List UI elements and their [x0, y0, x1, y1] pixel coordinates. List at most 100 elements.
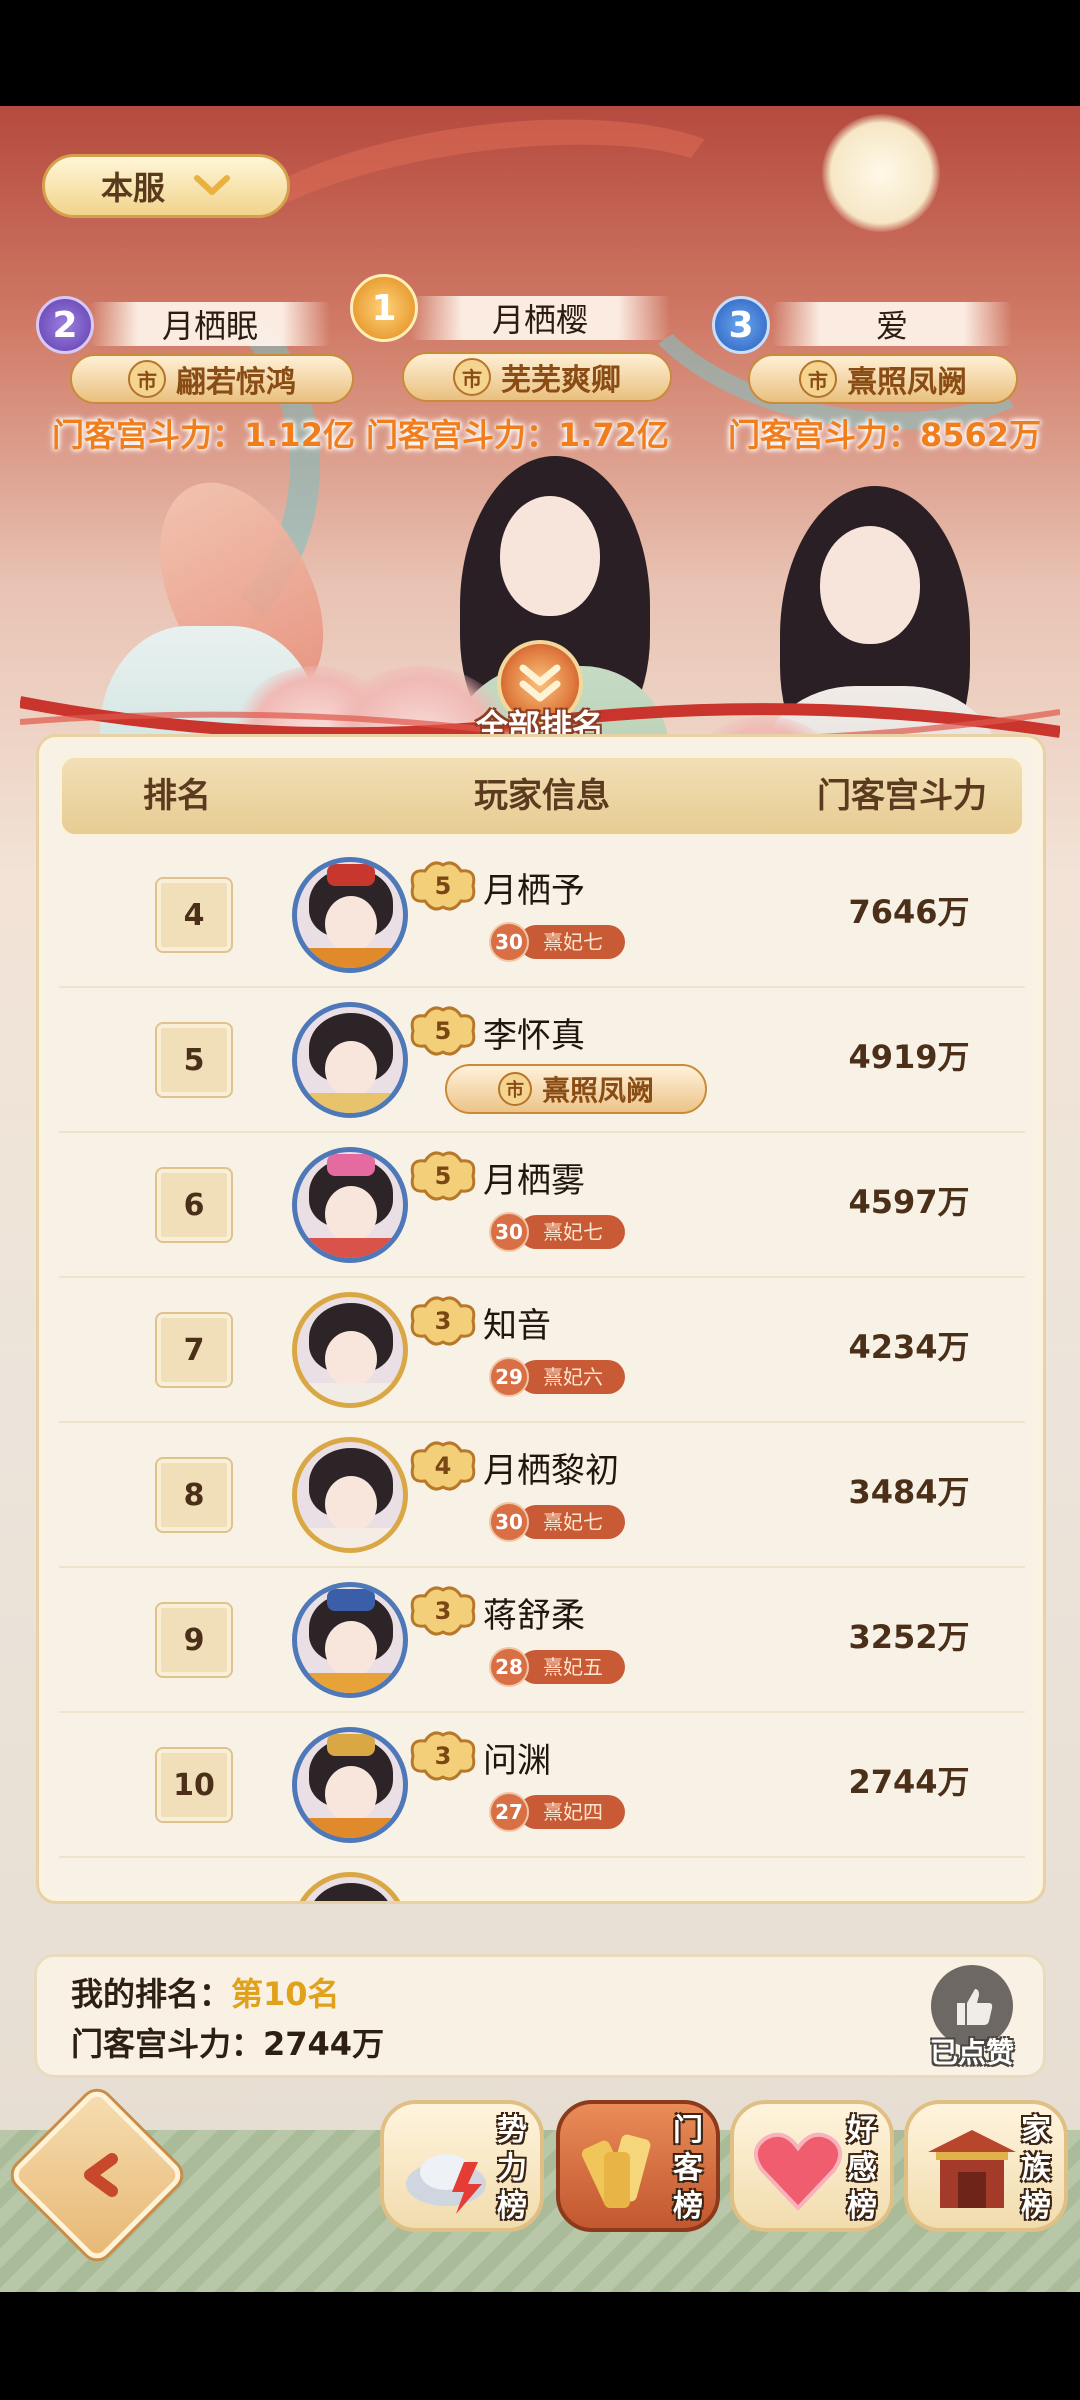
title-plate: 市 翩若惊鸿	[70, 354, 354, 404]
ranking-row-partial[interactable]	[59, 1858, 1025, 1901]
ranking-row[interactable]: 8 4 月栖黎初 30 熹妃七 3484万	[59, 1423, 1025, 1568]
rank-number: 6	[157, 1169, 231, 1241]
top3-player-name: 月栖眠	[90, 302, 330, 346]
my-rank-panel: 我的排名：第10名 门客宫斗力：2744万 已点赞	[34, 1954, 1046, 2078]
vip-title: 熹妃五	[519, 1650, 625, 1684]
city-badge-icon: 市	[453, 358, 491, 396]
medal-rank-number: 2	[52, 304, 78, 346]
heart-icon	[754, 2132, 842, 2211]
vip-level: 30	[489, 1502, 529, 1542]
nav-label: 势力榜	[497, 2113, 527, 2224]
avatar[interactable]	[292, 857, 408, 973]
rank-medal-icon: 2	[36, 296, 94, 354]
avatar[interactable]	[292, 1437, 408, 1553]
city-badge-icon: 市	[497, 1072, 532, 1106]
avatar[interactable]	[292, 1582, 408, 1698]
vip-title: 熹妃七	[519, 925, 625, 959]
player-name: 问渊	[483, 1741, 551, 1781]
rank-medal-icon: 1	[350, 274, 418, 342]
ranking-list[interactable]: 4 5 月栖予 30 熹妃七 7646万 5 5 李怀真 市 熹照凤阙 4919…	[59, 843, 1025, 1901]
rank-number: 8	[157, 1459, 231, 1531]
title-text: 芜芜爽卿	[501, 363, 621, 398]
top3-rank1[interactable]: 月栖樱 1 市 芜芜爽卿 门客宫斗力：1.72亿	[350, 274, 710, 460]
top3-player-name: 爱	[772, 302, 1012, 346]
player-power: 3252万	[848, 1618, 970, 1656]
player-name: 月栖予	[483, 871, 585, 911]
player-name: 蒋舒柔	[483, 1596, 585, 1636]
top3-power: 门客宫斗力：1.12亿	[52, 416, 355, 454]
vip-badge: 30 熹妃七	[489, 922, 625, 962]
level-badge-icon: 5	[407, 859, 479, 913]
ranking-row[interactable]: 6 5 月栖雾 30 熹妃七 4597万	[59, 1133, 1025, 1278]
avatar[interactable]	[292, 1292, 408, 1408]
ranking-row[interactable]: 10 3 问渊 27 熹妃四 2744万	[59, 1713, 1025, 1858]
player-power: 4919万	[848, 1038, 970, 1076]
top3-player-name: 月栖樱	[410, 296, 670, 340]
level-badge-icon: 5	[407, 1149, 479, 1203]
top3-power: 门客宫斗力：1.72亿	[366, 416, 669, 454]
vip-level: 28	[489, 1647, 529, 1687]
title-text: 熹照凤阙	[541, 1074, 654, 1107]
player-name: 知音	[483, 1306, 551, 1346]
avatar[interactable]	[292, 1147, 408, 1263]
nav-family-ranking[interactable]: 家族榜	[904, 2100, 1068, 2232]
like-label: 已点赞	[929, 2036, 1014, 2069]
header-power: 门客宫斗力	[817, 776, 987, 816]
title-plate: 市 芜芜爽卿	[402, 352, 672, 402]
server-selector-label: 本服	[100, 169, 165, 207]
nav-power-ranking[interactable]: 势力榜	[380, 2100, 544, 2232]
player-name: 月栖雾	[483, 1161, 585, 1201]
top3-rank3[interactable]: 爱 3 市 熹照凤阙 门客宫斗力：8562万	[712, 296, 1052, 456]
back-arrow-icon	[58, 2140, 138, 2210]
top3-rank2[interactable]: 月栖眠 2 市 翩若惊鸿 门客宫斗力：1.12亿	[30, 296, 355, 456]
vip-title: 熹妃七	[519, 1215, 625, 1249]
my-rank-label: 我的排名：	[71, 1975, 232, 2013]
top3-power: 门客宫斗力：8562万	[728, 416, 1042, 454]
my-power: 门客宫斗力：2744万	[71, 2025, 385, 2063]
chevron-down-icon	[194, 175, 230, 195]
level-badge-icon: 5	[407, 1004, 479, 1058]
avatar[interactable]	[292, 1727, 408, 1843]
vip-badge: 28 熹妃五	[489, 1647, 625, 1687]
level-badge-icon: 3	[407, 1294, 479, 1348]
ranking-row[interactable]: 9 3 蒋舒柔 28 熹妃五 3252万	[59, 1568, 1025, 1713]
level-badge-icon: 3	[407, 1729, 479, 1783]
server-selector[interactable]: 本服	[42, 154, 290, 218]
my-rank-value: 第10名	[231, 1975, 340, 2013]
avatar[interactable]	[292, 1872, 408, 1901]
nav-favor-ranking[interactable]: 好感榜	[730, 2100, 894, 2232]
medal-rank-number: 1	[371, 287, 397, 329]
nav-label: 好感榜	[847, 2113, 877, 2224]
city-badge-icon: 市	[799, 360, 837, 398]
vip-badge: 30 熹妃七	[489, 1212, 625, 1252]
vip-title: 熹妃四	[519, 1795, 625, 1829]
title-text: 翩若惊鸿	[176, 365, 296, 400]
medal-rank-number: 3	[728, 304, 754, 346]
my-rank-line: 我的排名：第10名	[71, 1969, 340, 2015]
ranking-row[interactable]: 5 5 李怀真 市 熹照凤阙 4919万	[59, 988, 1025, 1133]
vip-level: 30	[489, 922, 529, 962]
level-number: 5	[434, 872, 452, 900]
nav-label: 门客榜	[673, 2113, 703, 2224]
player-power: 4234万	[848, 1328, 970, 1366]
level-number: 3	[434, 1742, 452, 1770]
title-plate: 市 熹照凤阙	[748, 354, 1018, 404]
player-name: 李怀真	[483, 1016, 585, 1056]
ranking-row[interactable]: 4 5 月栖予 30 熹妃七 7646万	[59, 843, 1025, 988]
nav-label: 家族榜	[1021, 2113, 1051, 2224]
rank-number: 7	[157, 1314, 231, 1386]
vip-title: 熹妃六	[519, 1360, 625, 1394]
silver-ingot-icon	[406, 2154, 486, 2214]
level-number: 5	[434, 1017, 452, 1045]
title-text: 熹照凤阙	[847, 365, 967, 400]
avatar[interactable]	[292, 1002, 408, 1118]
player-power: 7646万	[848, 893, 970, 931]
nav-retainer-ranking[interactable]: 门客榜	[556, 2100, 720, 2232]
vip-badge: 30 熹妃七	[489, 1502, 625, 1542]
ranking-panel[interactable]: 排名 玩家信息 门客宫斗力 4 5 月栖予 30 熹妃七 7646万 5 5 李…	[36, 734, 1046, 1904]
player-power: 2744万	[848, 1763, 970, 1801]
level-number: 3	[434, 1597, 452, 1625]
palace-gate-icon	[928, 2130, 1016, 2208]
ranking-row[interactable]: 7 3 知音 29 熹妃六 4234万	[59, 1278, 1025, 1423]
like-button[interactable]: 已点赞	[917, 1965, 1027, 2075]
